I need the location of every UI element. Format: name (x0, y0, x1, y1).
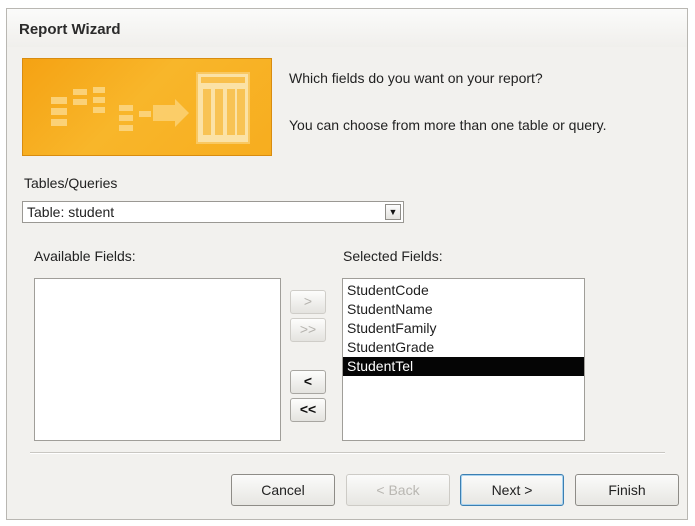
tables-queries-value: Table: student (27, 204, 115, 220)
title-bar: Report Wizard (7, 9, 687, 47)
list-item[interactable]: StudentFamily (343, 319, 584, 338)
list-item[interactable]: StudentName (343, 300, 584, 319)
remove-field-button[interactable]: < (290, 370, 326, 394)
tables-queries-combo[interactable]: Table: student ▼ (22, 201, 404, 223)
available-fields-list[interactable] (34, 278, 281, 441)
selected-fields-label: Selected Fields: (343, 248, 443, 264)
add-field-button[interactable]: > (290, 290, 326, 314)
tables-queries-label: Tables/Queries (24, 175, 118, 191)
wizard-illustration (22, 58, 272, 156)
wizard-hint: You can choose from more than one table … (289, 117, 607, 133)
list-item[interactable]: StudentTel (343, 357, 584, 376)
back-button[interactable]: < Back (346, 474, 450, 506)
window-title: Report Wizard (19, 21, 121, 38)
list-item[interactable]: StudentCode (343, 281, 584, 300)
remove-all-fields-button[interactable]: << (290, 398, 326, 422)
list-item[interactable]: StudentGrade (343, 338, 584, 357)
available-fields-label: Available Fields: (34, 248, 136, 264)
chevron-down-icon[interactable]: ▼ (385, 204, 401, 220)
add-all-fields-button[interactable]: >> (290, 318, 326, 342)
footer-separator (30, 452, 665, 454)
cancel-button[interactable]: Cancel (231, 474, 335, 506)
finish-button[interactable]: Finish (575, 474, 679, 506)
wizard-question: Which fields do you want on your report? (289, 70, 543, 86)
next-button[interactable]: Next > (460, 474, 564, 506)
selected-fields-list[interactable]: StudentCode StudentName StudentFamily St… (342, 278, 585, 441)
wizard-illustration-graphic (51, 72, 250, 144)
